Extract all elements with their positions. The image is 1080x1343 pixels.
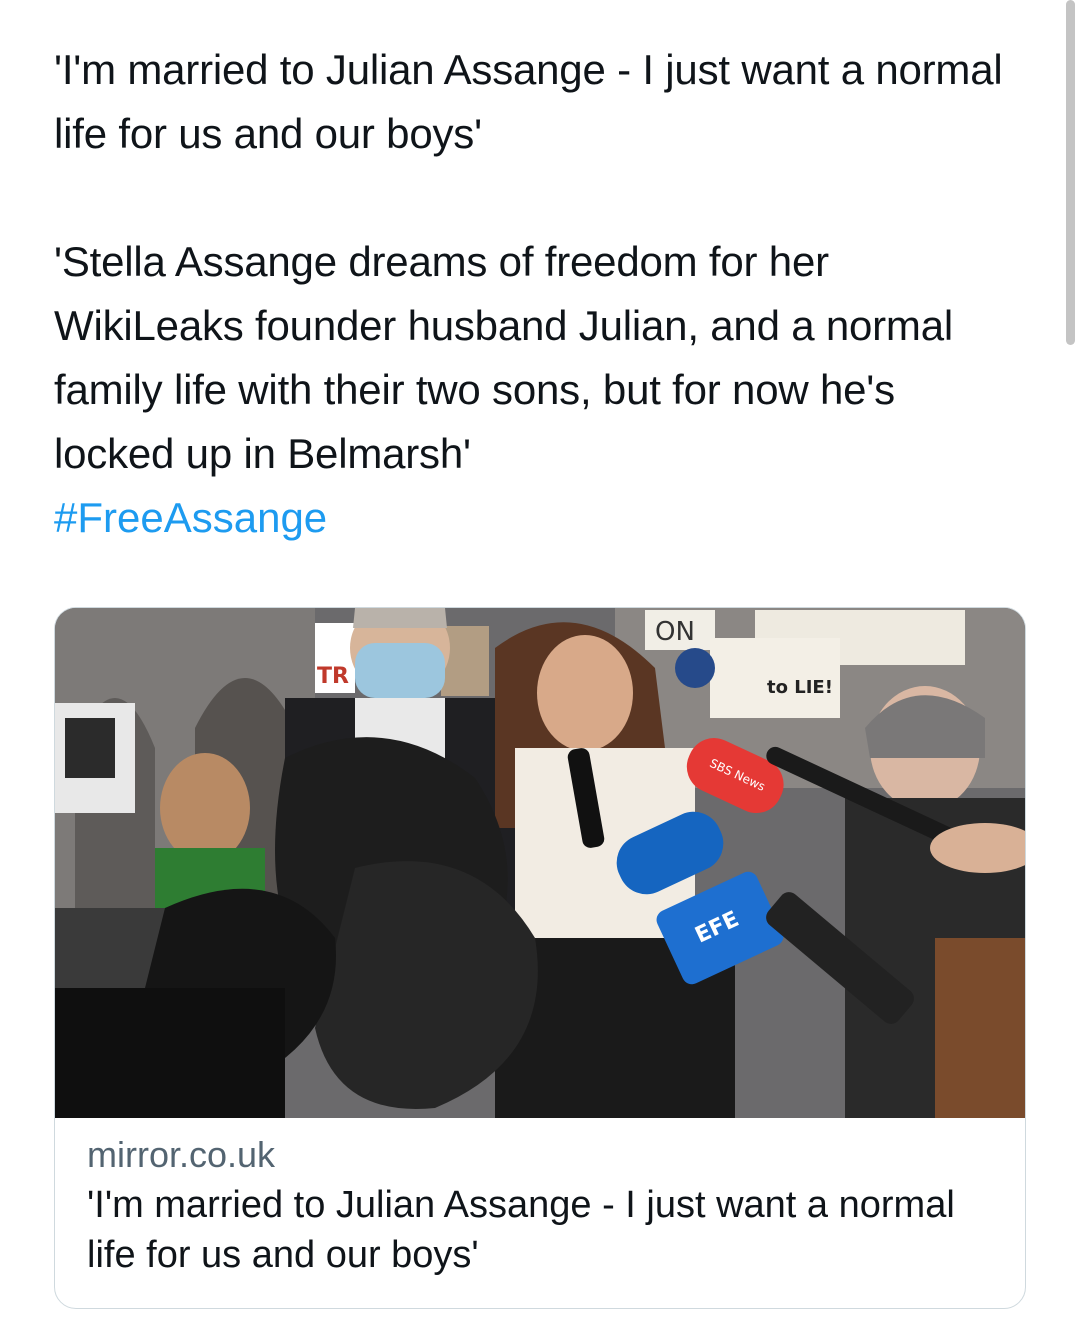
sign-on-text: ON — [655, 617, 695, 647]
card-domain[interactable]: mirror.co.uk — [87, 1132, 993, 1178]
scrollbar[interactable] — [1066, 0, 1075, 345]
sign-lie-text: to LIE! — [767, 677, 833, 698]
tweet-paragraph-1: 'I'm married to Julian Assange - I just … — [54, 46, 1003, 157]
tweet: 'I'm married to Julian Assange - I just … — [54, 38, 1014, 550]
card-image[interactable]: ON to LIE! TR SBS News EFE — [55, 608, 1025, 1118]
card-meta: mirror.co.uk 'I'm married to Julian Assa… — [55, 1118, 1025, 1280]
sign-lettering: TR — [317, 664, 349, 689]
paragraph-spacer — [54, 166, 1014, 230]
card-title[interactable]: 'I'm married to Julian Assange - I just … — [87, 1180, 993, 1280]
press-scene-photo: ON to LIE! TR SBS News EFE — [55, 608, 1025, 1118]
tweet-text: 'I'm married to Julian Assange - I just … — [54, 38, 1014, 486]
tweet-paragraph-2: 'Stella Assange dreams of freedom for he… — [54, 238, 954, 477]
hashtag-link[interactable]: #FreeAssange — [54, 486, 1014, 550]
link-card[interactable]: ON to LIE! TR SBS News EFE mirror.co.uk … — [54, 607, 1026, 1309]
